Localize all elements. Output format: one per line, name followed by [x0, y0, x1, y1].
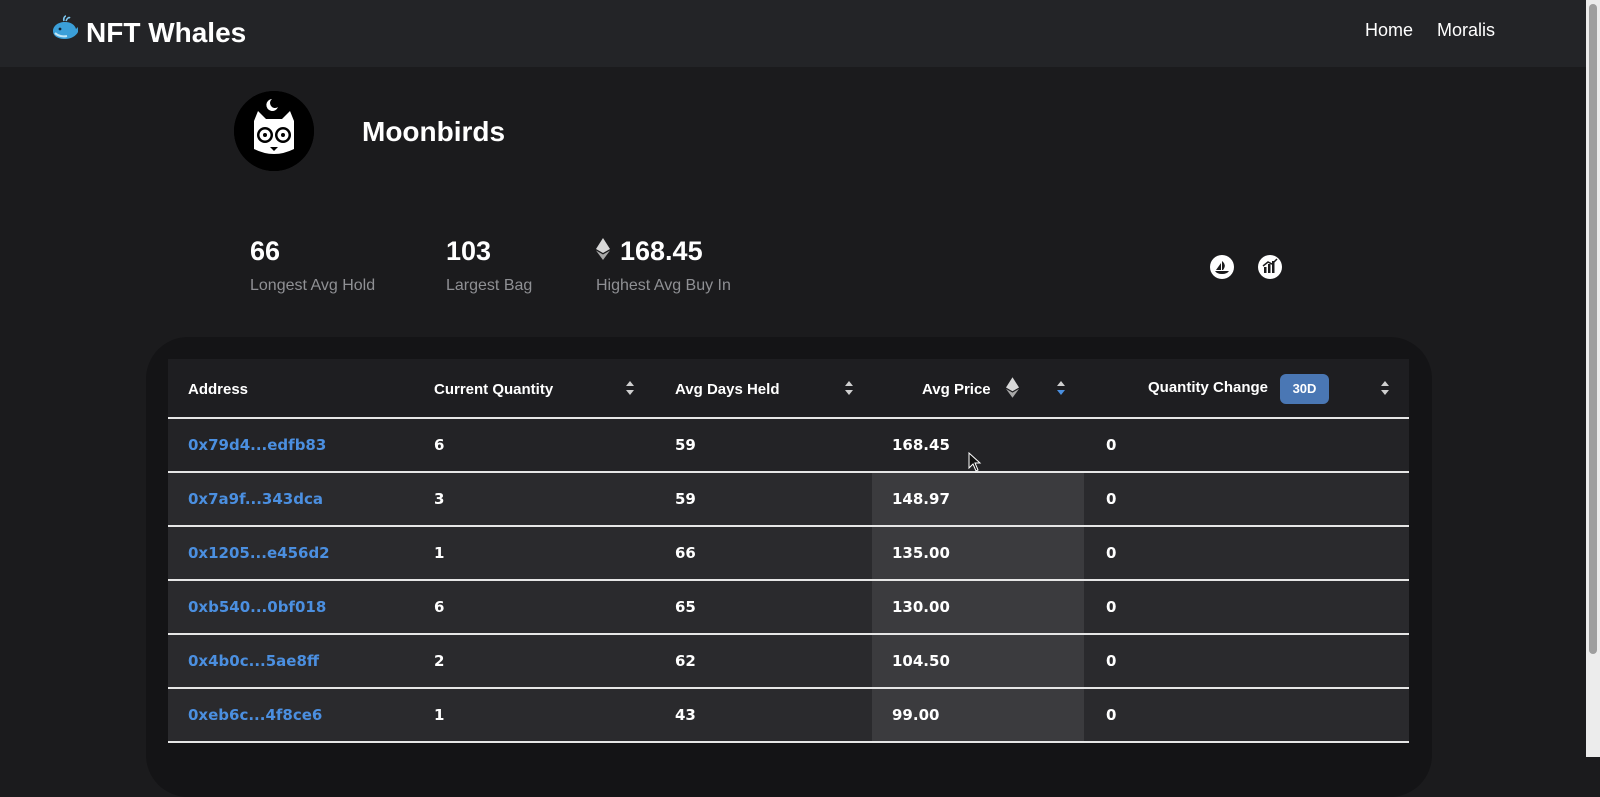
collection-avatar: [234, 91, 314, 171]
days-cell: 59: [675, 490, 696, 508]
nav-link-home[interactable]: Home: [1365, 20, 1413, 41]
collection-name: Moonbirds: [362, 116, 506, 147]
sort-icon-active[interactable]: [1056, 380, 1066, 396]
days-cell: 59: [675, 436, 696, 454]
quantity-cell: 1: [434, 706, 445, 724]
opensea-icon[interactable]: [1210, 255, 1234, 279]
price-cell: 148.97: [892, 490, 950, 508]
price-cell: 130.00: [892, 598, 950, 616]
address-link[interactable]: 0xeb6c...4f8ce6: [188, 706, 322, 724]
owl-avatar: [234, 91, 314, 171]
sort-icon[interactable]: [1380, 380, 1390, 396]
table-row[interactable]: 0x79d4...edfb83 6 59 168.45 0: [168, 419, 1409, 473]
stat-value-wrap: 168.45: [596, 236, 731, 267]
stat-value: 168.45: [620, 236, 703, 266]
nav-link-moralis[interactable]: Moralis: [1437, 20, 1495, 41]
table-row[interactable]: 0xeb6c...4f8ce6 1 43 99.00 0: [168, 689, 1409, 743]
stat-highest-avg-buy-in: 168.45 Highest Avg Buy In: [596, 236, 731, 295]
days-cell: 43: [675, 706, 696, 724]
stat-label: Longest Avg Hold: [250, 277, 376, 294]
sort-icon[interactable]: [625, 380, 635, 396]
change-cell: 0: [1106, 544, 1117, 562]
scrollbar-thumb[interactable]: [1589, 4, 1597, 654]
stat-value: 66: [250, 236, 281, 266]
stat-longest-avg-hold: 66 Longest Avg Hold: [250, 236, 375, 295]
days-cell: 62: [675, 652, 696, 670]
header-current-quantity[interactable]: Current Quantity: [434, 381, 553, 398]
address-link[interactable]: 0x79d4...edfb83: [188, 436, 326, 454]
quantity-cell: 6: [434, 436, 445, 454]
address-link[interactable]: 0xb540...0bf018: [188, 598, 326, 616]
change-cell: 0: [1106, 490, 1117, 508]
eth-icon: [1006, 377, 1019, 398]
navbar: NFT Whales Home Moralis: [0, 0, 1586, 67]
address-link[interactable]: 0x7a9f...343dca: [188, 490, 323, 508]
brand-logo[interactable]: NFT Whales: [50, 14, 246, 51]
stat-value: 103: [446, 236, 492, 266]
price-cell: 135.00: [892, 544, 950, 562]
stat-largest-bag: 103 Largest Bag: [446, 236, 532, 295]
change-cell: 0: [1106, 598, 1117, 616]
price-cell: 104.50: [892, 652, 950, 670]
price-cell: 99.00: [892, 706, 940, 724]
table-row[interactable]: 0xb540...0bf018 6 65 130.00 0: [168, 581, 1409, 635]
whale-icon: [50, 14, 80, 51]
change-cell: 0: [1106, 706, 1117, 724]
days-cell: 66: [675, 544, 696, 562]
brand-title: NFT Whales: [86, 16, 247, 48]
stat-label: Largest Bag: [446, 277, 533, 294]
quantity-cell: 6: [434, 598, 445, 616]
table-row[interactable]: 0x4b0c...5ae8ff 2 62 104.50 0: [168, 635, 1409, 689]
price-cell: 168.45: [892, 436, 950, 454]
quantity-cell: 3: [434, 490, 445, 508]
quantity-cell: 2: [434, 652, 445, 670]
table-row[interactable]: 0x7a9f...343dca 3 59 148.97 0: [168, 473, 1409, 527]
table-row[interactable]: 0x1205...e456d2 1 66 135.00 0: [168, 527, 1409, 581]
header-address[interactable]: Address: [188, 381, 248, 398]
quantity-cell: 1: [434, 544, 445, 562]
page-scrollbar[interactable]: [1586, 0, 1600, 757]
period-badge[interactable]: 30D: [1280, 374, 1329, 404]
nav-links: Home Moralis: [1365, 20, 1495, 41]
change-cell: 0: [1106, 436, 1117, 454]
header-quantity-change[interactable]: Quantity Change: [1148, 379, 1268, 396]
address-link[interactable]: 0x1205...e456d2: [188, 544, 330, 562]
address-link[interactable]: 0x4b0c...5ae8ff: [188, 652, 319, 670]
change-cell: 0: [1106, 652, 1117, 670]
whales-table: Address Current Quantity Avg Days Held A…: [168, 359, 1409, 743]
stat-label: Highest Avg Buy In: [596, 277, 731, 294]
mouse-cursor-icon: [968, 452, 982, 472]
header-avg-price[interactable]: Avg Price: [922, 381, 991, 398]
table-header: Address Current Quantity Avg Days Held A…: [168, 359, 1409, 419]
eth-icon: [596, 236, 610, 267]
analytics-icon[interactable]: [1258, 255, 1282, 279]
days-cell: 65: [675, 598, 696, 616]
sort-icon[interactable]: [844, 380, 854, 396]
header-avg-days-held[interactable]: Avg Days Held: [675, 381, 779, 398]
